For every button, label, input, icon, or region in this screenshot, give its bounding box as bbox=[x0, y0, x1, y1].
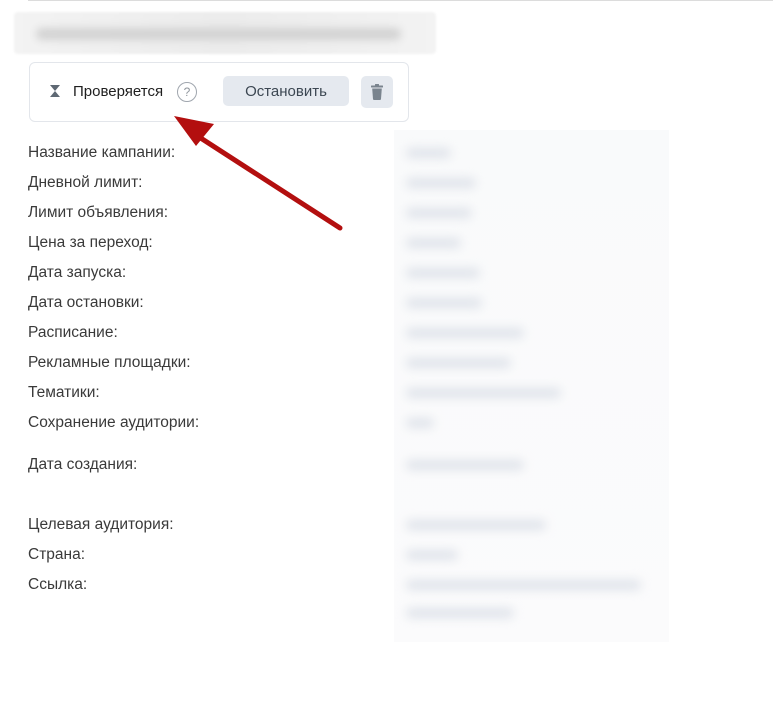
field-label-topics: Тематики: bbox=[28, 384, 100, 401]
top-divider bbox=[28, 0, 773, 1]
field-label-country: Страна: bbox=[28, 546, 86, 563]
redacted-value bbox=[406, 298, 482, 308]
redacted-value bbox=[406, 268, 480, 278]
field-label-click-price: Цена за переход: bbox=[28, 234, 153, 251]
field-label-created-date: Дата создания: bbox=[28, 456, 138, 473]
redacted-value bbox=[406, 580, 641, 590]
redacted-value bbox=[406, 148, 451, 158]
values-panel-redacted bbox=[394, 130, 669, 642]
status-panel: Проверяется ? Остановить bbox=[29, 62, 409, 122]
redacted-text bbox=[36, 28, 401, 40]
question-circle-icon[interactable]: ? bbox=[177, 82, 197, 102]
field-label-stop-date: Дата остановки: bbox=[28, 294, 144, 311]
campaign-title-redacted bbox=[14, 12, 436, 54]
redacted-value bbox=[406, 460, 524, 470]
stop-button[interactable]: Остановить bbox=[223, 76, 349, 106]
redacted-value bbox=[406, 178, 476, 188]
redacted-value bbox=[406, 388, 561, 398]
redacted-value bbox=[406, 418, 434, 428]
field-label-campaign-name: Название кампании: bbox=[28, 144, 176, 161]
field-label-ad-limit: Лимит объявления: bbox=[28, 204, 169, 221]
field-label-ad-platforms: Рекламные площадки: bbox=[28, 354, 191, 371]
redacted-value bbox=[406, 328, 524, 338]
field-label-audience-saving: Сохранение аудитории: bbox=[28, 414, 200, 431]
trash-icon bbox=[371, 84, 383, 100]
field-label-daily-limit: Дневной лимит: bbox=[28, 174, 143, 191]
field-label-link: Ссылка: bbox=[28, 576, 88, 593]
status-label: Проверяется bbox=[73, 83, 164, 100]
field-label-start-date: Дата запуска: bbox=[28, 264, 127, 281]
delete-button[interactable] bbox=[361, 76, 393, 108]
field-label-schedule: Расписание: bbox=[28, 324, 118, 341]
redacted-value bbox=[406, 358, 511, 368]
redacted-value bbox=[406, 520, 546, 530]
redacted-value bbox=[406, 238, 461, 248]
redacted-value bbox=[406, 608, 514, 618]
redacted-value bbox=[406, 550, 458, 560]
redacted-value bbox=[406, 208, 472, 218]
hourglass-icon bbox=[50, 85, 60, 97]
field-label-target-audience: Целевая аудитория: bbox=[28, 516, 174, 533]
